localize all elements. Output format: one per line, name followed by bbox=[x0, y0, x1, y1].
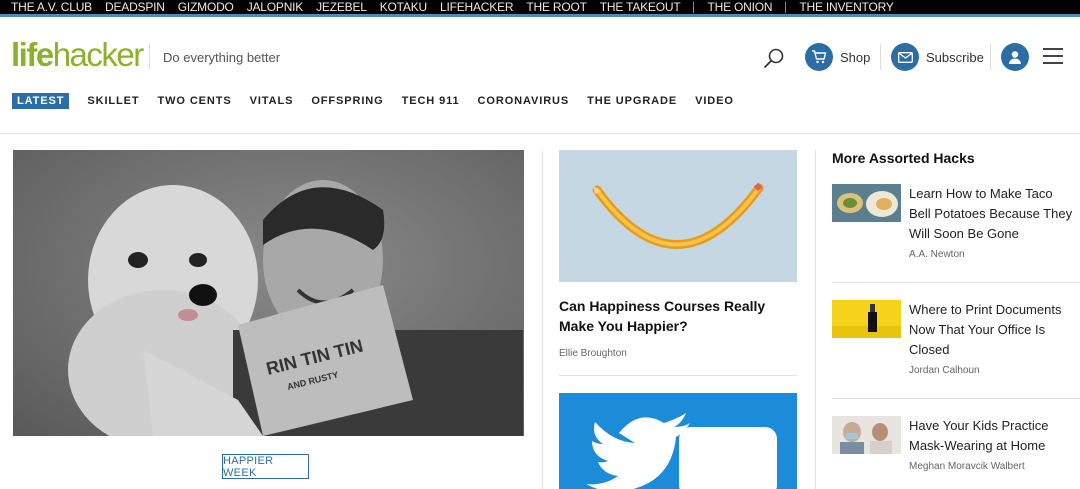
network-divider bbox=[693, 1, 695, 13]
envelope-icon[interactable] bbox=[891, 43, 919, 71]
section-nav: LATEST SKILLET TWO CENTS VITALS OFFSPRIN… bbox=[0, 93, 1080, 134]
network-link-deadspin[interactable]: DEADSPIN bbox=[105, 0, 165, 14]
subscribe-link[interactable]: Subscribe bbox=[926, 50, 984, 65]
sidebar-article-title[interactable]: Have Your Kids Practice Mask-Wearing at … bbox=[909, 416, 1074, 456]
network-bar: THE A.V. CLUB DEADSPIN GIZMODO JALOPNIK … bbox=[0, 0, 1080, 17]
network-divider bbox=[785, 1, 787, 13]
sidebar-article-thumbnail[interactable] bbox=[832, 416, 901, 454]
column-divider bbox=[815, 150, 816, 489]
nav-item-the-upgrade[interactable]: THE UPGRADE bbox=[587, 93, 677, 109]
header-divider bbox=[880, 44, 881, 70]
sidebar-article-author[interactable]: Meghan Moravcik Walbert bbox=[909, 460, 1074, 474]
menu-icon[interactable] bbox=[1043, 48, 1063, 66]
hero-image[interactable]: RIN TIN TIN AND RUSTY bbox=[13, 150, 524, 436]
network-link-thetakeout[interactable]: THE TAKEOUT bbox=[600, 0, 681, 14]
network-link-gizmodo[interactable]: GIZMODO bbox=[178, 0, 234, 14]
nav-item-latest[interactable]: LATEST bbox=[12, 93, 70, 109]
nav-item-skillet[interactable]: SKILLET bbox=[87, 93, 139, 109]
tagline-divider bbox=[149, 44, 150, 70]
twitter-article-image[interactable] bbox=[559, 393, 797, 489]
network-link-jalopnik[interactable]: JALOPNIK bbox=[247, 0, 304, 14]
network-link-theonion[interactable]: THE ONION bbox=[707, 0, 772, 14]
sidebar-divider bbox=[832, 398, 1080, 399]
shop-link[interactable]: Shop bbox=[840, 50, 870, 65]
cart-icon[interactable] bbox=[805, 43, 833, 71]
sidebar-article-thumbnail[interactable] bbox=[832, 184, 901, 222]
header-divider bbox=[990, 44, 991, 70]
sidebar-article-title[interactable]: Learn How to Make Taco Bell Potatoes Bec… bbox=[909, 184, 1074, 244]
logo-part-hacker: hacker bbox=[52, 36, 145, 73]
nav-item-vitals[interactable]: VITALS bbox=[250, 93, 294, 109]
site-tagline: Do everything better bbox=[163, 50, 281, 65]
sidebar-article-thumbnail[interactable] bbox=[832, 300, 901, 338]
feature-image[interactable] bbox=[559, 150, 797, 282]
network-link-avclub[interactable]: THE A.V. CLUB bbox=[11, 0, 92, 14]
nav-item-tech-911[interactable]: TECH 911 bbox=[402, 93, 460, 109]
network-link-jezebel[interactable]: JEZEBEL bbox=[316, 0, 367, 14]
logo-part-life: life bbox=[11, 36, 54, 73]
site-header: lifehacker Do everything better Shop Sub… bbox=[0, 20, 1080, 96]
nav-item-offspring[interactable]: OFFSPRING bbox=[311, 93, 383, 109]
nav-item-two-cents[interactable]: TWO CENTS bbox=[158, 93, 232, 109]
feature-title[interactable]: Can Happiness Courses Really Make You Ha… bbox=[559, 296, 797, 336]
user-account-icon[interactable] bbox=[1001, 43, 1029, 71]
card-divider bbox=[559, 375, 797, 376]
network-link-theinventory[interactable]: THE INVENTORY bbox=[799, 0, 894, 14]
nav-item-video[interactable]: VIDEO bbox=[695, 93, 734, 109]
column-divider bbox=[542, 150, 543, 489]
network-link-lifehacker[interactable]: LIFEHACKER bbox=[440, 0, 514, 14]
sidebar-title: More Assorted Hacks bbox=[832, 150, 975, 166]
sidebar-article-title[interactable]: Where to Print Documents Now That Your O… bbox=[909, 300, 1074, 360]
sidebar-article-author[interactable]: Jordan Calhoun bbox=[909, 364, 1074, 378]
site-logo[interactable]: lifehacker bbox=[11, 36, 145, 73]
tag-button[interactable]: HAPPIER WEEK bbox=[222, 454, 309, 479]
feature-author[interactable]: Ellie Broughton bbox=[559, 348, 627, 359]
nav-item-coronavirus[interactable]: CORONAVIRUS bbox=[478, 93, 570, 109]
network-link-theroot[interactable]: THE ROOT bbox=[526, 0, 587, 14]
search-icon[interactable] bbox=[763, 47, 785, 69]
sidebar-article-author[interactable]: A.A. Newton bbox=[909, 248, 1074, 262]
network-link-kotaku[interactable]: KOTAKU bbox=[380, 0, 427, 14]
sidebar-divider bbox=[832, 282, 1080, 283]
